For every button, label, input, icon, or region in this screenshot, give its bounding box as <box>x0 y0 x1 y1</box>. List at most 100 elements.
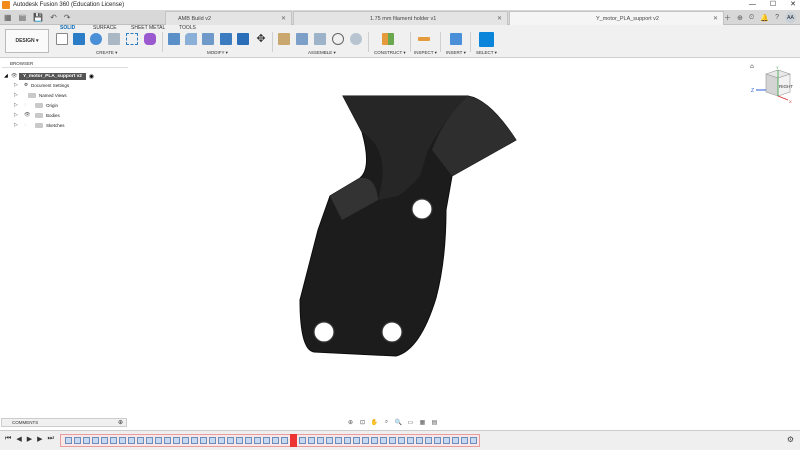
timeline-feature-icon[interactable] <box>209 437 216 444</box>
orbit-icon[interactable]: ⊕ <box>346 419 355 426</box>
expand-icon[interactable]: ▷ <box>14 92 20 98</box>
undo-icon[interactable]: ↶ <box>50 13 57 22</box>
timeline-feature-icon[interactable] <box>74 437 81 444</box>
bell-icon[interactable]: 🔔 <box>760 14 769 22</box>
tab-surface[interactable]: SURFACE <box>93 25 117 31</box>
timeline-feature-icon[interactable] <box>200 437 207 444</box>
timeline-feature-icon[interactable] <box>452 437 459 444</box>
timeline-feature-icon[interactable] <box>344 437 351 444</box>
timeline-feature-icon[interactable] <box>263 437 270 444</box>
timeline-feature-icon[interactable] <box>389 437 396 444</box>
timeline-feature-icon[interactable] <box>155 437 162 444</box>
insert-group-label[interactable]: INSERT ▾ <box>446 50 466 56</box>
timeline-feature-icon[interactable] <box>146 437 153 444</box>
timeline-feature-icon[interactable] <box>227 437 234 444</box>
3d-viewport[interactable] <box>0 58 800 418</box>
timeline-feature-icon[interactable] <box>425 437 432 444</box>
fillet-icon[interactable] <box>185 33 197 45</box>
timeline-feature-icon[interactable] <box>326 437 333 444</box>
help-icon[interactable]: ? <box>775 14 779 21</box>
visibility-icon[interactable]: ◌ <box>24 122 30 128</box>
shell-icon[interactable] <box>220 33 232 45</box>
timeline-settings-icon[interactable]: ⚙ <box>787 435 794 444</box>
close-tab-icon[interactable]: ✕ <box>497 15 502 22</box>
browser-item-bodies[interactable]: ▷ 👁 Bodies <box>14 111 60 119</box>
create-group-label[interactable]: CREATE ▾ <box>96 50 117 56</box>
timeline-feature-icon[interactable] <box>65 437 72 444</box>
notifications-icon[interactable]: ⏲ <box>749 14 754 22</box>
new-tab-icon[interactable]: ＋ <box>724 13 731 23</box>
timeline-feature-icon[interactable] <box>191 437 198 444</box>
timeline-feature-icon[interactable] <box>272 437 279 444</box>
timeline-feature-icon[interactable] <box>416 437 423 444</box>
timeline-feature-icon[interactable] <box>407 437 414 444</box>
extensions-icon[interactable]: ⊕ <box>737 14 743 22</box>
timeline-feature-icon[interactable] <box>119 437 126 444</box>
pan-icon[interactable]: ✋ <box>370 419 379 426</box>
fit-icon[interactable]: 🔍 <box>394 419 403 426</box>
timeline-feature-icon[interactable] <box>281 437 288 444</box>
tab-solid[interactable]: SOLID <box>60 25 75 31</box>
look-at-icon[interactable]: ⊡ <box>358 419 367 426</box>
extrude-icon[interactable] <box>73 33 85 45</box>
close-tab-icon[interactable]: ✕ <box>713 15 718 22</box>
timeline-feature-icon[interactable] <box>353 437 360 444</box>
viewports-icon[interactable]: ▤ <box>430 419 439 426</box>
rigid-group-icon[interactable] <box>350 33 362 45</box>
timeline-feature-icon[interactable] <box>254 437 261 444</box>
timeline-feature-icon[interactable] <box>218 437 225 444</box>
step-forward-icon[interactable]: ▶ <box>37 435 42 443</box>
close-tab-icon[interactable]: ✕ <box>281 15 286 22</box>
grid-settings-icon[interactable]: ▦ <box>418 419 427 426</box>
close-button[interactable]: ✕ <box>790 0 796 10</box>
create-form-icon[interactable] <box>144 33 156 45</box>
go-to-start-icon[interactable]: ⏮ <box>5 435 11 443</box>
avatar[interactable]: AA <box>785 12 796 23</box>
rectangular-pattern-icon[interactable] <box>126 33 138 45</box>
file-menu-icon[interactable]: ▤ <box>19 13 27 22</box>
as-built-joint-icon[interactable] <box>314 33 326 45</box>
new-sketch-icon[interactable] <box>56 33 68 45</box>
visibility-icon[interactable]: ◌ <box>24 102 30 108</box>
collapse-icon[interactable]: ◢ <box>4 73 11 79</box>
browser-item-document-settings[interactable]: ▷ ⚙ Document Settings <box>14 81 69 89</box>
doc-tab-y-motor[interactable]: Y_motor_PLA_support v2 ✕ <box>509 11 724 25</box>
save-icon[interactable]: 💾 <box>33 13 43 22</box>
timeline-feature-icon[interactable] <box>92 437 99 444</box>
offset-plane-icon[interactable] <box>382 33 394 45</box>
minimize-button[interactable]: — <box>749 0 756 10</box>
browser-header[interactable]: BROWSER <box>2 60 128 68</box>
timeline-feature-icon[interactable] <box>434 437 441 444</box>
timeline-feature-icon[interactable] <box>461 437 468 444</box>
timeline-feature-icon[interactable] <box>362 437 369 444</box>
move-icon[interactable]: ✥ <box>255 33 267 45</box>
timeline-feature-icon[interactable] <box>182 437 189 444</box>
construct-group-label[interactable]: CONSTRUCT ▾ <box>374 50 406 56</box>
timeline-track[interactable] <box>60 434 480 447</box>
timeline-feature-icon[interactable] <box>335 437 342 444</box>
tab-sheet-metal[interactable]: SHEET METAL <box>131 25 165 31</box>
expand-icon[interactable]: ▷ <box>14 122 20 128</box>
timeline-feature-icon[interactable] <box>137 437 144 444</box>
combine-icon[interactable] <box>237 33 249 45</box>
inspect-group-label[interactable]: INSPECT ▾ <box>414 50 437 56</box>
hole-icon[interactable] <box>108 33 120 45</box>
timeline-feature-icon[interactable] <box>317 437 324 444</box>
zoom-icon[interactable]: ⌕ <box>382 419 391 426</box>
browser-item-origin[interactable]: ▷ ◌ Origin <box>14 101 58 109</box>
timeline-feature-icon[interactable] <box>398 437 405 444</box>
timeline-feature-icon[interactable] <box>236 437 243 444</box>
visibility-icon[interactable]: 👁 <box>11 73 17 79</box>
comments-panel[interactable]: COMMENTS ⊕ <box>1 418 127 427</box>
tab-tools[interactable]: TOOLS <box>179 25 196 31</box>
maximize-button[interactable]: ☐ <box>770 0 776 10</box>
timeline-feature-icon[interactable] <box>110 437 117 444</box>
joint-origin-icon[interactable] <box>332 33 344 45</box>
timeline-feature-icon[interactable] <box>380 437 387 444</box>
add-comment-icon[interactable]: ⊕ <box>118 419 123 426</box>
play-icon[interactable]: ▶ <box>27 435 32 443</box>
browser-item-sketches[interactable]: ▷ ◌ Sketches <box>14 121 65 129</box>
joint-icon[interactable] <box>296 33 308 45</box>
go-to-end-icon[interactable]: ⏭ <box>47 435 53 443</box>
app-grid-icon[interactable]: ▦ <box>4 13 12 22</box>
